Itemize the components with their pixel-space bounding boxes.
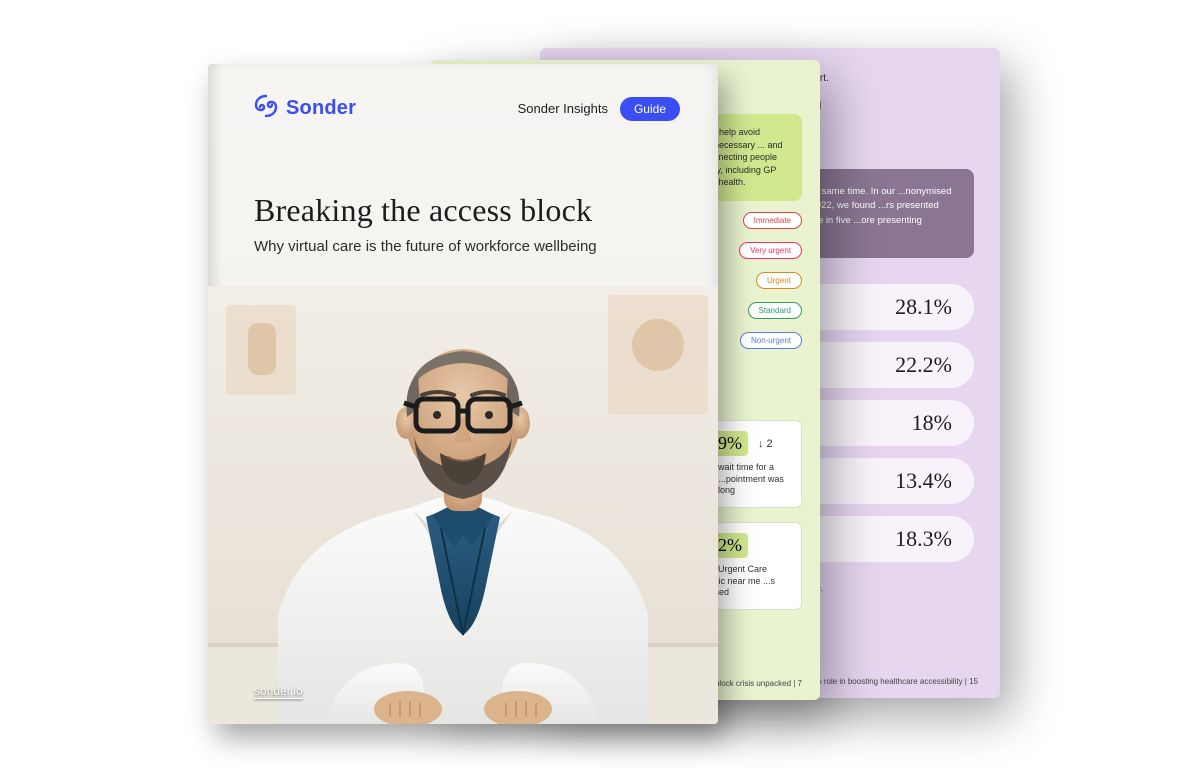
cover-subtitle: Why virtual care is the future of workfo…: [254, 238, 678, 255]
reason-card-rank: ↓ 2: [758, 438, 773, 450]
hero-image: [208, 286, 718, 724]
sonder-logo-icon: [254, 94, 278, 123]
triage-pill-standard: Standard: [748, 302, 802, 319]
triage-pill-very-urgent: Very urgent: [739, 242, 802, 259]
stage: ...r week across different ... support. …: [0, 0, 1200, 772]
brand-name: Sonder: [286, 97, 356, 120]
cover-title: Breaking the access block: [254, 192, 678, 229]
page3-footer: ...yer's role in boosting healthcare acc…: [798, 677, 978, 686]
triage-pill-urgent: Urgent: [756, 272, 802, 289]
cover-header: Sonder Sonder Insights Guide: [254, 94, 680, 123]
triage-pill-immediate: Immediate: [743, 212, 802, 229]
stat-value: 28.1%: [895, 294, 952, 319]
stat-value: 18.3%: [895, 526, 952, 551]
stat-value: 13.4%: [895, 468, 952, 493]
stat-value: 18%: [912, 410, 952, 435]
guide-badge: Guide: [620, 97, 680, 121]
stat-value: 22.2%: [895, 352, 952, 377]
site-url: sonder.io: [254, 684, 303, 698]
triage-pill-non-urgent: Non-urgent: [740, 332, 802, 349]
cover-page: Sonder Sonder Insights Guide Breaking th…: [208, 64, 718, 724]
insights-label: Sonder Insights: [518, 101, 608, 116]
brand: Sonder: [254, 94, 356, 123]
